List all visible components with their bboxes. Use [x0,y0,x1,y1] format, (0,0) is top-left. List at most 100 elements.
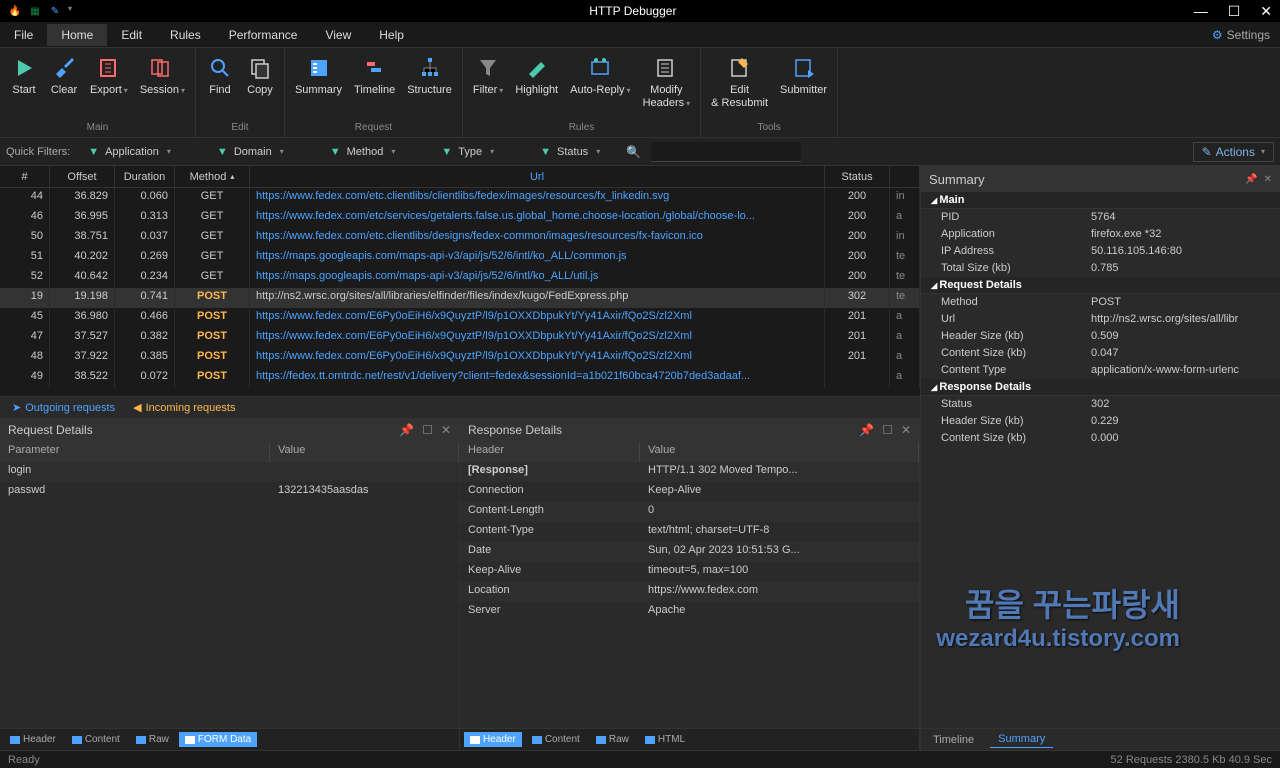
find-button[interactable]: Find [200,50,240,120]
param-header: Parameter [0,442,270,462]
summary-tab-timeline[interactable]: Timeline [925,732,982,748]
table-row[interactable]: 4938.5220.072POSThttps://fedex.tt.omtrdc… [0,368,920,388]
tab-content[interactable]: Content [66,732,126,747]
settings-button[interactable]: ⚙ Settings [1202,24,1280,46]
list-item[interactable]: DateSun, 02 Apr 2023 10:51:53 G... [460,542,919,562]
copy-button[interactable]: Copy [240,50,280,120]
summary-section-response-details[interactable]: Response Details [921,379,1280,396]
minimize-button[interactable]: — [1194,3,1208,20]
tab-raw[interactable]: Raw [590,732,635,747]
session-button[interactable]: Session▾ [134,50,191,120]
tab-raw[interactable]: Raw [130,732,175,747]
filter-type[interactable]: ▼Type▾ [433,144,502,160]
col-header-extra[interactable] [890,166,920,187]
col-header-url[interactable]: Url [250,166,825,187]
submitter-button[interactable]: Submitter [774,50,833,120]
maximize-button[interactable]: ☐ [1228,3,1241,20]
menu-rules[interactable]: Rules [156,24,215,46]
menu-performance[interactable]: Performance [215,24,312,46]
export-button[interactable]: Export▾ [84,50,134,120]
filter-status[interactable]: ▼Status▾ [532,144,608,160]
maximize-panel-icon[interactable]: ☐ [882,423,893,437]
menu-help[interactable]: Help [365,24,418,46]
summary-section-main[interactable]: Main [921,192,1280,209]
auto-reply-button[interactable]: Auto-Reply▾ [564,50,636,120]
list-item[interactable]: ServerApache [460,602,919,622]
pin-icon[interactable]: 📌 [399,423,414,437]
table-row[interactable]: 4837.9220.385POSThttps://www.fedex.com/E… [0,348,920,368]
list-item[interactable]: login [0,462,459,482]
window-controls: — ☐ ✕ [1194,3,1272,20]
timeline-button[interactable]: Timeline [348,50,401,120]
tab-content[interactable]: Content [526,732,586,747]
summary-tab-summary[interactable]: Summary [990,731,1053,748]
structure-button[interactable]: Structure [401,50,458,120]
close-panel-icon[interactable]: ✕ [441,423,451,437]
col-header-num[interactable]: # [0,166,50,187]
col-header-duration[interactable]: Duration [115,166,175,187]
list-item: Total Size (kb)0.785 [921,260,1280,277]
list-item[interactable]: Content-Typetext/html; charset=UTF-8 [460,522,919,542]
broom-icon[interactable]: ✎ [48,4,62,18]
col-header-status[interactable]: Status [825,166,890,187]
col-header-offset[interactable]: Offset [50,166,115,187]
menu-edit[interactable]: Edit [107,24,156,46]
close-button[interactable]: ✕ [1260,3,1272,20]
tab-header[interactable]: Header [464,732,522,747]
menu-view[interactable]: View [311,24,365,46]
list-item[interactable]: ConnectionKeep-Alive [460,482,919,502]
close-panel-icon[interactable]: ✕ [901,423,911,437]
list-item[interactable]: Locationhttps://www.fedex.com [460,582,919,602]
pin-icon[interactable]: 📌 [1245,174,1257,185]
table-row[interactable]: 1919.1980.741POSThttp://ns2.wrsc.org/sit… [0,288,920,308]
play-icon [10,54,38,82]
maximize-panel-icon[interactable]: ☐ [422,423,433,437]
table-row[interactable]: 4737.5270.382POSThttps://www.fedex.com/E… [0,328,920,348]
tab-form-data[interactable]: FORM Data [179,732,257,747]
tab-outgoing[interactable]: ➤ Outgoing requests [4,399,123,416]
list-item[interactable]: Content-Length0 [460,502,919,522]
list-item[interactable]: [Response]HTTP/1.1 302 Moved Tempo... [460,462,919,482]
request-details-panel: Request Details 📌 ☐ ✕ Parameter Value lo… [0,418,460,750]
filter-application[interactable]: ▼Application▾ [80,144,179,160]
summary-section-request-details[interactable]: Request Details [921,277,1280,294]
table-row[interactable]: 5240.6420.234GEThttps://maps.googleapis.… [0,268,920,288]
table-row[interactable]: 4436.8290.060GEThttps://www.fedex.com/et… [0,188,920,208]
session-icon [148,54,176,82]
filter-button[interactable]: Filter▾ [467,50,509,120]
status-text: Ready [8,754,40,766]
highlight-button[interactable]: Highlight [509,50,564,120]
start-button[interactable]: Start [4,50,44,120]
clear-button[interactable]: Clear [44,50,84,120]
table-row[interactable]: 4636.9950.313GEThttps://www.fedex.com/et… [0,208,920,228]
menu-file[interactable]: File [0,24,47,46]
tab-header[interactable]: Header [4,732,62,747]
funnel-icon: ▼ [441,146,452,158]
search-input[interactable] [651,142,801,162]
table-row[interactable]: 5140.2020.269GEThttps://maps.googleapis.… [0,248,920,268]
timeline-icon [361,54,389,82]
pin-icon[interactable]: 📌 [859,423,874,437]
table-row[interactable]: 5038.7510.037GEThttps://www.fedex.com/et… [0,228,920,248]
actions-button[interactable]: ✎ Actions ▾ [1193,142,1274,162]
funnel-icon: ▼ [217,146,228,158]
menu-home[interactable]: Home [47,24,107,46]
summary-button[interactable]: Summary [289,50,348,120]
ribbon-group-tools: Edit& ResubmitSubmitterTools [701,48,838,137]
gear-icon: ⚙ [1212,28,1223,42]
excel-icon[interactable]: ▦ [28,4,42,18]
filter-domain[interactable]: ▼Domain▾ [209,144,292,160]
filter-method[interactable]: ▼Method▾ [322,144,404,160]
search-icon[interactable]: 🔍 [626,145,641,159]
list-item[interactable]: passwd132213435aasdas [0,482,459,502]
close-panel-icon[interactable]: ✕ [1264,174,1272,185]
request-details-header: Request Details 📌 ☐ ✕ [0,418,459,442]
list-item[interactable]: Keep-Alivetimeout=5, max=100 [460,562,919,582]
tab-incoming[interactable]: ◀ Incoming requests [125,399,243,416]
list-item: Status302 [921,396,1280,413]
col-header-method[interactable]: Method▴ [175,166,250,187]
edit-resubmit-button[interactable]: Edit& Resubmit [705,50,774,120]
tab-html[interactable]: HTML [639,732,691,747]
modify-headers-button[interactable]: ModifyHeaders▾ [637,50,697,120]
table-row[interactable]: 4536.9800.466POSThttps://www.fedex.com/E… [0,308,920,328]
